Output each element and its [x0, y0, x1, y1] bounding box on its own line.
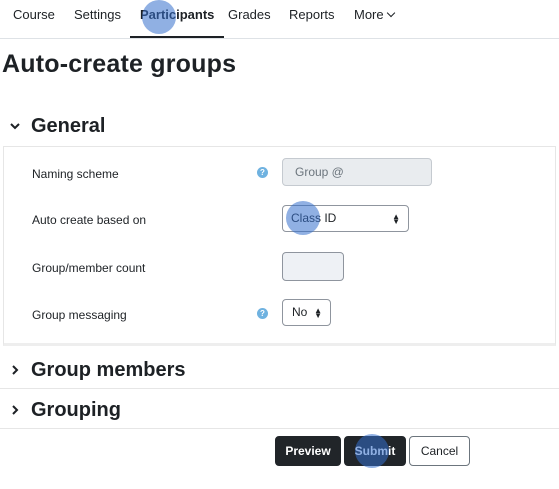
nav-reports[interactable]: Reports	[289, 0, 335, 38]
chevron-right-icon	[6, 401, 24, 419]
auto-create-select[interactable]: Class ID ▲ ▼	[282, 205, 409, 232]
section-grouping-title: Grouping	[31, 398, 121, 421]
cancel-button[interactable]: Cancel	[409, 436, 470, 466]
preview-button[interactable]: Preview	[275, 436, 341, 466]
chevron-down-icon	[6, 117, 24, 135]
section-grouping-toggle[interactable]: Grouping	[6, 396, 121, 424]
help-icon[interactable]: ?	[257, 167, 268, 178]
submit-button[interactable]: Submit	[344, 436, 406, 466]
help-icon[interactable]: ?	[257, 308, 268, 319]
chevron-down-icon	[386, 8, 395, 18]
auto-create-label: Auto create based on	[32, 213, 147, 227]
page-title: Auto-create groups	[2, 50, 237, 78]
sort-arrows-icon: ▲ ▼	[392, 211, 400, 226]
section-general-title: General	[31, 114, 106, 137]
section-group-members-toggle[interactable]: Group members	[6, 356, 185, 384]
chevron-right-icon	[6, 361, 24, 379]
nav-participants[interactable]: Participants	[130, 0, 225, 38]
nav-course[interactable]: Course	[13, 0, 55, 38]
sort-arrows-icon: ▲ ▼	[314, 305, 322, 320]
section-general-toggle[interactable]: General	[6, 112, 105, 140]
nav-settings[interactable]: Settings	[74, 0, 121, 38]
nav-more-label: More	[354, 7, 384, 22]
nav-more[interactable]: More	[354, 0, 395, 38]
nav-grades[interactable]: Grades	[228, 0, 271, 38]
count-field[interactable]	[282, 252, 344, 281]
secondary-navigation: Course Settings Participants Grades Repo…	[0, 0, 559, 39]
naming-scheme-field[interactable]: Group @	[282, 158, 432, 186]
group-messaging-selected: No	[292, 305, 308, 319]
section-divider	[0, 428, 559, 429]
group-messaging-label: Group messaging	[32, 308, 127, 322]
count-label: Group/member count	[32, 261, 146, 275]
group-messaging-select[interactable]: No ▲ ▼	[282, 299, 331, 326]
section-group-members-title: Group members	[31, 358, 186, 381]
section-divider	[0, 388, 559, 389]
auto-create-selected: Class ID	[291, 211, 337, 225]
naming-scheme-label: Naming scheme	[32, 167, 119, 181]
